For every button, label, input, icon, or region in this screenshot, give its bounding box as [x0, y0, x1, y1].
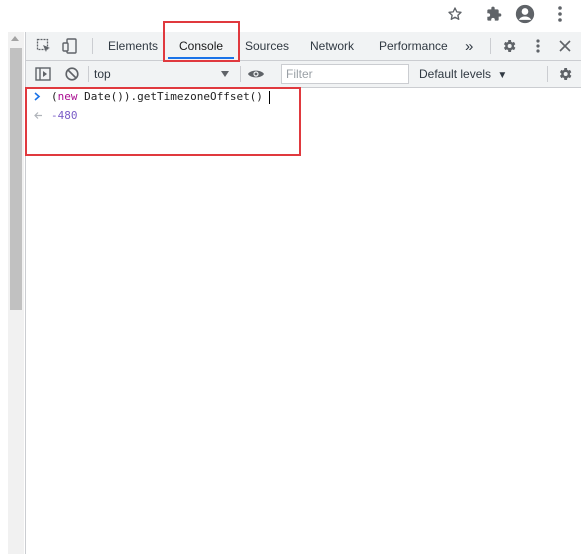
tab-console[interactable]: Console — [179, 32, 223, 60]
caret-down-icon: ▼ — [497, 70, 508, 81]
log-levels-label: Default levels — [419, 67, 492, 81]
tab-network[interactable]: Network — [310, 32, 354, 60]
code-keyword: new — [57, 90, 78, 103]
account-icon[interactable] — [515, 4, 535, 24]
filter-input[interactable] — [281, 64, 409, 84]
show-sidebar-icon[interactable] — [34, 65, 52, 83]
log-levels-dropdown[interactable]: Default levels ▼ — [419, 61, 507, 87]
scroll-up-arrow-icon[interactable] — [11, 36, 19, 41]
tab-sources[interactable]: Sources — [245, 32, 289, 60]
code-paren: ( — [51, 90, 58, 103]
console-input-code[interactable]: (new Date()).getTimezoneOffset() — [51, 88, 263, 106]
tab-elements[interactable]: Elements — [108, 32, 158, 60]
console-input-line[interactable]: (new Date()).getTimezoneOffset() — [26, 88, 581, 106]
toolbar-divider — [88, 66, 89, 82]
console-toolbar: top Default levels ▼ — [26, 61, 581, 88]
menu-icon[interactable] — [550, 4, 570, 24]
close-devtools-icon[interactable] — [556, 37, 574, 55]
tab-performance[interactable]: Performance — [379, 32, 448, 60]
prompt-chevron-icon — [34, 88, 41, 107]
browser-toolbar — [0, 0, 581, 28]
console-result-line: -480 — [26, 107, 581, 125]
devtools-panel: Elements Console Sources Network Perform… — [25, 32, 581, 554]
toolbar-divider — [240, 66, 241, 82]
chevron-down-icon[interactable] — [221, 71, 229, 77]
extensions-icon[interactable] — [484, 4, 504, 24]
execution-context-select[interactable]: top — [94, 64, 232, 84]
settings-gear-icon[interactable] — [500, 37, 518, 55]
more-options-icon[interactable] — [529, 37, 547, 55]
active-tab-indicator — [168, 57, 234, 59]
text-cursor — [269, 91, 270, 104]
code-rest: Date()).getTimezoneOffset() — [77, 90, 263, 103]
more-tabs-button[interactable]: » — [465, 32, 473, 60]
result-arrow-icon — [34, 107, 43, 126]
devtools-tabbar: Elements Console Sources Network Perform… — [26, 32, 581, 61]
console-settings-gear-icon[interactable] — [556, 65, 574, 83]
toolbar-divider — [92, 38, 93, 54]
console-result-value: -480 — [51, 109, 78, 122]
page-scrollbar-thumb[interactable] — [10, 48, 22, 310]
star-icon[interactable] — [445, 4, 465, 24]
console-output[interactable]: (new Date()).getTimezoneOffset() -480 — [26, 88, 581, 554]
toolbar-divider — [547, 66, 548, 82]
device-toolbar-icon[interactable] — [61, 37, 79, 55]
inspect-element-icon[interactable] — [35, 37, 53, 55]
clear-console-icon[interactable] — [63, 65, 81, 83]
live-expression-eye-icon[interactable] — [247, 65, 265, 83]
toolbar-divider — [490, 38, 491, 54]
